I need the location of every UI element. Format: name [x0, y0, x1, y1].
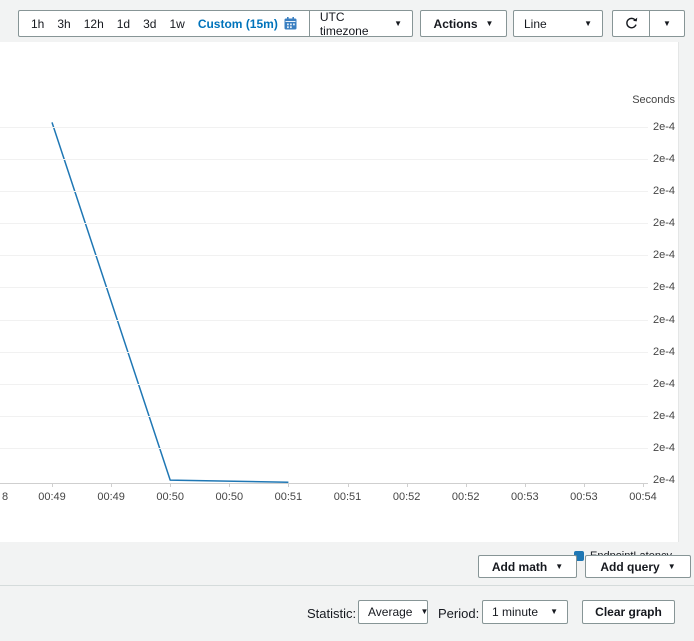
y-axis-tick-label: 2e-4	[635, 249, 675, 261]
period-dropdown[interactable]: 1 minute ▼	[482, 600, 568, 624]
x-axis-tick-label: 00:52	[452, 491, 480, 503]
time-range-button[interactable]: 3h	[57, 17, 70, 31]
plot-area	[0, 42, 678, 542]
time-range-button[interactable]: 3d	[143, 17, 156, 31]
statistic-value: Average	[368, 605, 412, 619]
add-query-button[interactable]: Add query ▼	[585, 555, 691, 578]
gridline	[0, 448, 648, 449]
timezone-dropdown[interactable]: UTC timezone ▼	[310, 11, 412, 36]
cloudwatch-metrics-graph: 1h 3h 12h 1d 3d 1w Custom (15m) UTC timezone	[0, 0, 694, 641]
time-range-items: 1h 3h 12h 1d 3d 1w Custom (15m)	[19, 11, 309, 36]
refresh-button-group: ▼	[612, 10, 685, 37]
chevron-down-icon: ▼	[555, 563, 563, 571]
y-axis-tick-label: 2e-4	[635, 217, 675, 229]
x-axis-tick-mark	[288, 484, 289, 487]
chevron-down-icon: ▼	[663, 20, 671, 28]
time-range-button[interactable]: 12h	[84, 17, 104, 31]
clear-graph-button[interactable]: Clear graph	[582, 600, 675, 624]
y-axis-tick-label: 2e-4	[635, 314, 675, 326]
x-axis-tick-label: 00:49	[97, 491, 125, 503]
period-value: 1 minute	[492, 605, 538, 619]
add-math-button[interactable]: Add math ▼	[478, 555, 577, 578]
time-range-button[interactable]: 1d	[117, 17, 130, 31]
x-axis-tick-mark	[111, 484, 112, 487]
x-axis-tick-mark	[407, 484, 408, 487]
y-axis-tick-label: 2e-4	[635, 185, 675, 197]
x-axis-tick-mark	[525, 484, 526, 487]
x-axis-tick-label: 8	[2, 491, 8, 503]
gridline	[0, 320, 648, 321]
refresh-options-button[interactable]: ▼	[650, 11, 684, 36]
custom-range-button[interactable]: Custom (15m)	[198, 17, 297, 31]
x-axis-tick-label: 00:51	[334, 491, 362, 503]
x-axis-tick-mark	[584, 484, 585, 487]
period-label: Period:	[438, 606, 479, 621]
graph-type-value: Line	[524, 17, 547, 31]
time-range-button[interactable]: 1w	[169, 17, 184, 31]
x-axis-line	[0, 483, 648, 484]
clear-graph-label: Clear graph	[595, 605, 662, 619]
x-axis-tick-label: 00:50	[156, 491, 184, 503]
y-axis-tick-label: 2e-4	[635, 410, 675, 422]
x-axis-tick-mark	[52, 484, 53, 487]
chart-panel: Seconds EndpointLatency 2e-42e-42e-42e-4…	[0, 42, 679, 542]
add-query-label: Add query	[600, 560, 659, 574]
x-axis-tick-label: 00:51	[275, 491, 303, 503]
chevron-down-icon: ▼	[420, 608, 428, 616]
actions-button[interactable]: Actions ▼	[420, 10, 507, 37]
x-axis-tick-label: 00:52	[393, 491, 421, 503]
chevron-down-icon: ▼	[584, 20, 592, 28]
y-axis-tick-label: 2e-4	[635, 442, 675, 454]
y-axis-tick-label: 2e-4	[635, 474, 675, 486]
refresh-button[interactable]	[613, 11, 650, 36]
chevron-down-icon: ▼	[550, 608, 558, 616]
y-axis-tick-label: 2e-4	[635, 346, 675, 358]
time-range-group: 1h 3h 12h 1d 3d 1w Custom (15m) UTC timezone	[18, 10, 413, 37]
gridline	[0, 416, 648, 417]
x-axis-tick-label: 00:53	[570, 491, 598, 503]
gridline	[0, 127, 648, 128]
x-axis-tick-label: 00:54	[629, 491, 657, 503]
y-axis-tick-label: 2e-4	[635, 121, 675, 133]
gridline	[0, 384, 648, 385]
chevron-down-icon: ▼	[394, 20, 402, 28]
gridline	[0, 255, 648, 256]
x-axis-tick-mark	[348, 484, 349, 487]
calendar-icon[interactable]	[284, 17, 297, 30]
gridline	[0, 352, 648, 353]
series-line	[52, 122, 288, 482]
gridline	[0, 191, 648, 192]
gridline	[0, 159, 648, 160]
custom-range-label: Custom (15m)	[198, 17, 278, 31]
chevron-down-icon: ▼	[486, 20, 494, 28]
x-axis-tick-label: 00:53	[511, 491, 539, 503]
statistic-label: Statistic:	[307, 606, 356, 621]
timezone-label: UTC timezone	[320, 10, 394, 38]
chevron-down-icon: ▼	[668, 563, 676, 571]
actions-label: Actions	[434, 17, 478, 31]
y-axis-tick-label: 2e-4	[635, 378, 675, 390]
x-axis-tick-mark	[229, 484, 230, 487]
x-axis-tick-mark	[170, 484, 171, 487]
add-math-label: Add math	[492, 560, 547, 574]
time-range-button[interactable]: 1h	[31, 17, 44, 31]
refresh-icon	[624, 16, 639, 31]
x-axis-tick-mark	[643, 484, 644, 487]
y-axis-tick-label: 2e-4	[635, 281, 675, 293]
graph-type-dropdown[interactable]: Line ▼	[513, 10, 603, 37]
gridline	[0, 287, 648, 288]
footer-divider	[0, 585, 694, 586]
x-axis-tick-mark	[466, 484, 467, 487]
x-axis-tick-label: 00:50	[216, 491, 244, 503]
statistic-dropdown[interactable]: Average ▼	[358, 600, 428, 624]
gridline	[0, 223, 648, 224]
x-axis-tick-label: 00:49	[38, 491, 66, 503]
y-axis-tick-label: 2e-4	[635, 153, 675, 165]
